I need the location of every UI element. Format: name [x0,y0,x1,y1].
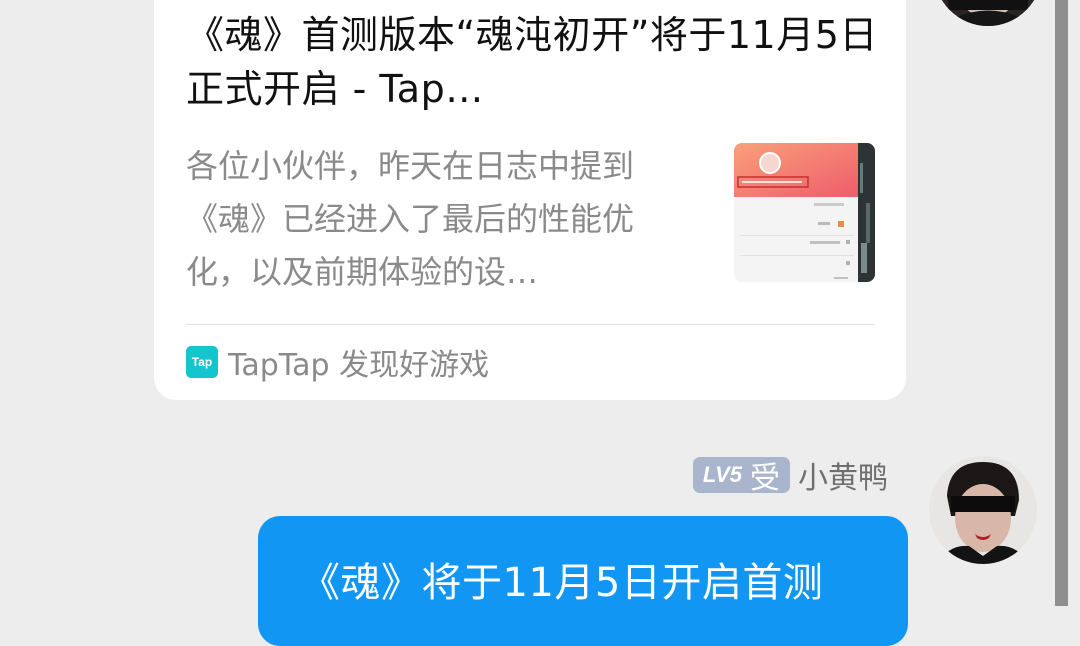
link-card-description: 各位小伙伴，昨天在日志中提到《魂》已经进入了最后的性能优化，以及前期体验的设… [186,147,635,291]
scrollbar[interactable] [1055,0,1068,606]
link-card-source-name: TapTap 发现好游戏 [228,348,490,383]
avatar-current-sender[interactable] [929,456,1037,564]
level-label: LV5 [702,462,742,487]
level-role: 受 [750,461,780,496]
link-card-source: Tap TapTap 发现好游戏 [186,338,489,386]
level-badge: LV5 受 [692,457,790,496]
link-card-thumbnail [734,143,875,282]
shared-link-card[interactable]: 《魂》首测版本“魂沌初开”将于11月5日正式开启 - Tap… 各位小伙伴，昨天… [154,0,906,400]
avatar-image [929,456,1037,564]
avatar-previous-sender[interactable] [934,0,1042,26]
message-bubble[interactable]: 《魂》将于11月5日开启首测 [258,516,908,646]
message-sender-header: LV5 受 小黄鸭 [692,455,888,496]
taptap-logo-icon: Tap [186,346,218,378]
avatar-image [934,0,1042,26]
link-card-divider [186,324,875,325]
message-text: 《魂》将于11月5日开启首测 [300,560,824,606]
link-card-title: 《魂》首测版本“魂沌初开”将于11月5日正式开启 - Tap… [186,13,878,111]
sender-name: 小黄鸭 [798,461,888,496]
